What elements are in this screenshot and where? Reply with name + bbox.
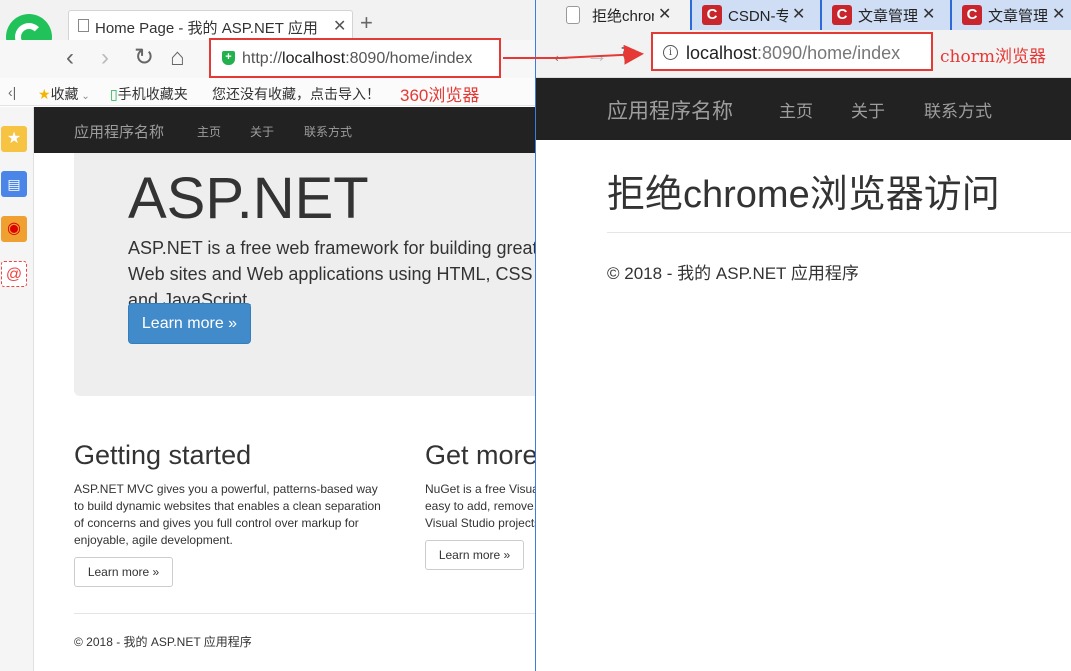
tab-article-manage-1[interactable]: C 文章管理 ✕ [822,0,950,30]
tab-home-page[interactable]: Home Page - 我的 ASP.NET 应用 ✕ [68,10,353,40]
column-heading: Get more libraries [425,440,535,470]
column-getting-started: Getting started ASP.NET MVC gives you a … [74,440,384,549]
csdn-icon: C [832,5,852,25]
tab-title: Home Page - 我的 ASP.NET 应用 [95,20,318,37]
nav-link-contact[interactable]: 联系方式 [304,123,352,140]
tab-label: 文章管理 [858,8,918,25]
close-tab-icon[interactable]: ✕ [922,4,935,24]
site-navbar: 应用程序名称 主页 关于 联系方式 [34,107,535,153]
refresh-button[interactable]: ↻ [134,44,154,72]
forward-button[interactable]: → [586,42,608,68]
forward-button[interactable]: › [101,44,109,72]
jumbotron-lead: ASP.NET is a free web framework for buil… [128,238,535,310]
nav-link-home[interactable]: 主页 [779,97,813,122]
close-tab-icon[interactable]: ✕ [1052,4,1065,24]
mobile-favorites-button[interactable]: ▯手机收藏夹 [110,84,188,104]
site-footer: © 2018 - 我的 ASP.NET 应用程序 [607,264,859,283]
learn-more-button[interactable]: Learn more » [74,557,173,587]
csdn-icon: C [702,5,722,25]
nav-link-about[interactable]: 关于 [851,97,885,122]
column-heading: Getting started [74,440,252,470]
close-tab-icon[interactable]: ✕ [792,4,805,24]
page-title: 拒绝chrome浏览器访问 [607,174,1000,216]
star-icon[interactable]: ★ [1,126,27,152]
jumbotron-heading: ASP.NET [128,166,369,231]
csdn-icon: C [962,5,982,25]
weibo-icon[interactable]: ◉ [1,216,27,242]
page-icon [566,6,580,24]
close-tab-icon[interactable]: ✕ [333,16,346,36]
jumbotron: ASP.NET ASP.NET is a free web framework … [74,153,535,396]
back-button[interactable]: ← [550,42,572,68]
site-brand-link[interactable]: 应用程序名称 [74,121,164,142]
page-icon [78,19,89,32]
nav-link-home[interactable]: 主页 [197,123,221,140]
close-tab-icon[interactable]: ✕ [658,4,671,24]
sidebar: ★ ▤ ◉ @ [0,107,34,671]
tab-reject-chrome[interactable]: 拒绝chrome浏览器访问 ✕ [536,0,690,30]
site-brand-link[interactable]: 应用程序名称 [607,95,733,125]
mobile-icon: ▯ [110,86,118,102]
address-url: localhost:8090/home/index [686,43,901,63]
favorites-bar: ‹| ★收藏 ⌄ ▯手机收藏夹 您还没有收藏，点击导入！ 360浏览器 [0,78,535,106]
divider [74,613,535,614]
browser-360-window: Home Page - 我的 ASP.NET 应用 ✕ + ‹ › ↻ ⌂ + … [0,0,535,671]
address-url: http://localhost:8090/home/index [242,50,473,67]
tab-article-manage-2[interactable]: C 文章管理 ✕ [952,0,1071,30]
learn-more-button[interactable]: Learn more » [425,540,524,570]
back-button[interactable]: ‹ [66,44,74,72]
address-bar[interactable]: + http://localhost:8090/home/index [209,38,501,78]
learn-more-button[interactable]: Learn more » [128,303,251,344]
star-icon: ★ [38,86,51,102]
tab-csdn[interactable]: C CSDN-专业IT技术社区 ✕ [692,0,820,30]
mail-icon[interactable]: @ [1,261,27,287]
info-icon[interactable]: i [663,45,678,60]
column-get-more-libraries: Get more libraries NuGet is a free Visua… [425,440,535,532]
secure-shield-icon: + [222,51,235,65]
new-tab-button[interactable]: + [360,10,373,36]
collapse-sidebar-button[interactable]: ‹| [8,84,16,100]
tab-label: 文章管理 [988,8,1048,25]
column-text: NuGet is a free Visual Studio extension … [425,482,535,530]
annotation-360-browser: 360浏览器 [400,86,480,105]
address-bar[interactable]: i localhost:8090/home/index [651,32,933,71]
tab-label: 拒绝chrome浏览器访问 [592,8,654,25]
site-navbar: 应用程序名称 主页 关于 联系方式 [536,78,1071,140]
no-favorites-import-link[interactable]: 您还没有收藏，点击导入！ [212,84,380,104]
news-icon[interactable]: ▤ [1,171,27,197]
tab-label: CSDN-专业IT技术社区 [728,8,788,25]
favorites-button[interactable]: ★收藏 ⌄ [38,84,90,104]
chevron-down-icon: ⌄ [78,91,90,102]
refresh-button[interactable]: ↻ [620,42,638,68]
site-footer: © 2018 - 我的 ASP.NET 应用程序 [74,635,252,649]
nav-link-contact[interactable]: 联系方式 [924,97,992,122]
nav-link-about[interactable]: 关于 [250,123,274,140]
divider [607,232,1071,233]
chrome-browser-window: 拒绝chrome浏览器访问 ✕ C CSDN-专业IT技术社区 ✕ C 文章管理… [535,0,1071,671]
home-button[interactable]: ⌂ [170,44,185,72]
annotation-chrome-browser: chorm浏览器 [940,47,1046,67]
column-text: ASP.NET MVC gives you a powerful, patter… [74,482,381,547]
